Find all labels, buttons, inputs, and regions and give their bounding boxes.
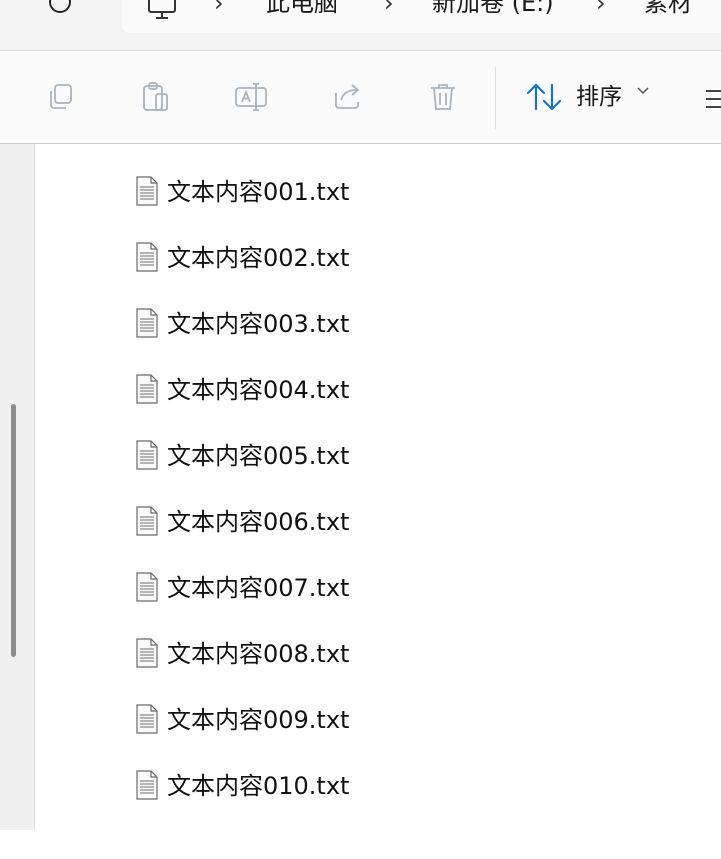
file-name: 文本内容002.txt: [167, 244, 350, 272]
file-item[interactable]: 文本内容005.txt: [131, 436, 551, 476]
file-name: 文本内容010.txt: [167, 772, 350, 800]
address-bar[interactable]: › 此电脑 › 新加卷 (E:) › 素材: [122, 0, 721, 33]
file-item[interactable]: 文本内容006.txt: [131, 502, 551, 542]
scrollbar-thumb[interactable]: [11, 404, 16, 657]
paste-button[interactable]: [135, 77, 175, 117]
breadcrumb-separator[interactable]: ›: [596, 0, 606, 18]
file-item[interactable]: 文本内容004.txt: [131, 370, 551, 410]
breadcrumb-this-pc[interactable]: 此电脑: [266, 0, 338, 20]
copy-icon: [50, 84, 72, 109]
text-file-icon: [136, 572, 158, 602]
toolbar-divider: [495, 67, 496, 129]
file-item[interactable]: 文本内容009.txt: [131, 700, 551, 740]
file-name: 文本内容004.txt: [167, 376, 350, 404]
file-item[interactable]: 文本内容007.txt: [131, 568, 551, 608]
file-name: 文本内容006.txt: [167, 508, 350, 536]
copy-button[interactable]: [40, 77, 80, 117]
file-item[interactable]: 文本内容002.txt: [131, 238, 551, 278]
file-list: 文本内容001.txt 文本内容002.txt 文本内容003.txt 文本内容…: [35, 144, 721, 830]
address-bar-area: › 此电脑 › 新加卷 (E:) › 素材: [0, 0, 721, 51]
text-file-icon: [136, 440, 158, 470]
file-name: 文本内容008.txt: [167, 640, 350, 668]
rename-icon: [235, 83, 267, 111]
file-name: 文本内容005.txt: [167, 442, 350, 470]
sort-icon: [526, 83, 562, 111]
paste-icon: [143, 82, 168, 111]
command-bar: 排序: [0, 51, 721, 144]
file-name: 文本内容003.txt: [167, 310, 350, 338]
sort-button[interactable]: 排序: [520, 73, 660, 121]
rename-button[interactable]: [231, 77, 271, 117]
file-name: 文本内容009.txt: [167, 706, 350, 734]
refresh-button[interactable]: [40, 0, 80, 20]
refresh-icon: [49, 0, 71, 13]
text-file-icon: [136, 374, 158, 404]
delete-button[interactable]: [423, 77, 463, 117]
breadcrumb-drive-e[interactable]: 新加卷 (E:): [432, 0, 554, 20]
chevron-down-icon: [637, 87, 649, 95]
file-name: 文本内容001.txt: [167, 178, 350, 206]
this-pc-icon[interactable]: [146, 0, 178, 20]
share-icon: [335, 84, 360, 109]
text-file-icon: [136, 176, 158, 206]
file-item[interactable]: 文本内容008.txt: [131, 634, 551, 674]
file-item[interactable]: 文本内容003.txt: [131, 304, 551, 344]
text-file-icon: [136, 506, 158, 536]
file-name: 文本内容007.txt: [167, 574, 350, 602]
breadcrumb-separator[interactable]: ›: [214, 0, 224, 18]
breadcrumb-folder[interactable]: 素材: [644, 0, 692, 20]
file-item[interactable]: 文本内容010.txt: [131, 766, 551, 806]
text-file-icon: [136, 638, 158, 668]
share-button[interactable]: [327, 77, 367, 117]
view-options-icon[interactable]: [700, 87, 721, 111]
bottom-area: [0, 830, 721, 859]
breadcrumb-separator[interactable]: ›: [384, 0, 394, 18]
delete-icon: [431, 84, 455, 110]
text-file-icon: [136, 308, 158, 338]
text-file-icon: [136, 770, 158, 800]
text-file-icon: [136, 242, 158, 272]
text-file-icon: [136, 704, 158, 734]
navigation-pane[interactable]: [0, 144, 35, 830]
file-item[interactable]: 文本内容001.txt: [131, 172, 551, 212]
sort-label: 排序: [576, 84, 622, 110]
